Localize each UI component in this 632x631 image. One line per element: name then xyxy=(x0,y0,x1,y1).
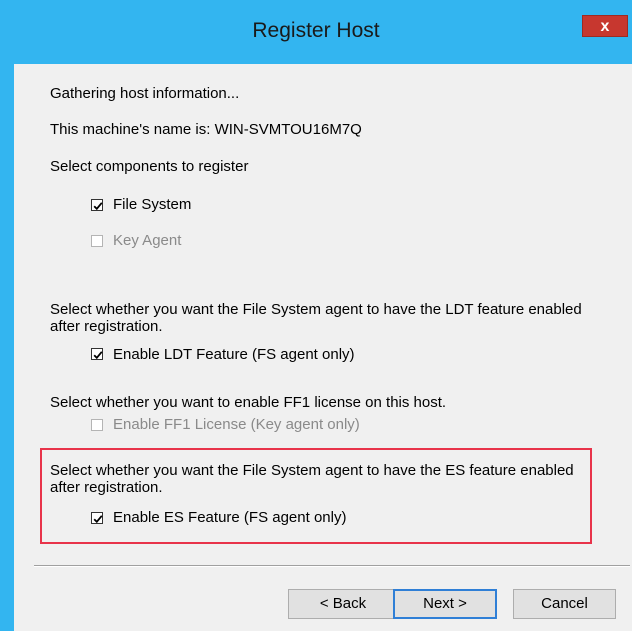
checkmark-icon xyxy=(93,202,103,211)
ldt-prompt-text: Select whether you want the File System … xyxy=(50,301,582,335)
enable-ff1-checkbox[interactable] xyxy=(91,419,103,431)
enable-ldt-checkbox[interactable] xyxy=(91,348,103,360)
footer-separator xyxy=(34,565,630,567)
title-bar[interactable]: Register Host x xyxy=(0,0,632,64)
file-system-label[interactable]: File System xyxy=(113,196,191,213)
machine-name-text: This machine's name is: WIN-SVMTOU16M7Q xyxy=(50,121,362,138)
back-button[interactable]: < Back xyxy=(288,589,398,619)
key-agent-checkbox[interactable] xyxy=(91,235,103,247)
enable-es-checkbox[interactable] xyxy=(91,512,103,524)
select-components-label: Select components to register xyxy=(50,158,249,175)
window-title: Register Host xyxy=(252,19,380,42)
checkmark-icon xyxy=(93,515,103,524)
es-prompt-text: Select whether you want the File System … xyxy=(50,462,574,496)
close-button[interactable]: x xyxy=(582,15,628,37)
checkmark-icon xyxy=(93,351,103,360)
enable-ff1-label[interactable]: Enable FF1 License (Key agent only) xyxy=(113,416,360,433)
cancel-button[interactable]: Cancel xyxy=(513,589,616,619)
dialog-window: Register Host x Gathering host informati… xyxy=(0,0,632,631)
status-text: Gathering host information... xyxy=(50,85,240,102)
key-agent-label[interactable]: Key Agent xyxy=(113,232,181,249)
ff1-prompt-text: Select whether you want to enable FF1 li… xyxy=(50,394,447,411)
file-system-checkbox[interactable] xyxy=(91,199,103,211)
enable-es-label[interactable]: Enable ES Feature (FS agent only) xyxy=(113,509,346,526)
enable-ldt-label[interactable]: Enable LDT Feature (FS agent only) xyxy=(113,346,355,363)
next-button[interactable]: Next > xyxy=(393,589,497,619)
